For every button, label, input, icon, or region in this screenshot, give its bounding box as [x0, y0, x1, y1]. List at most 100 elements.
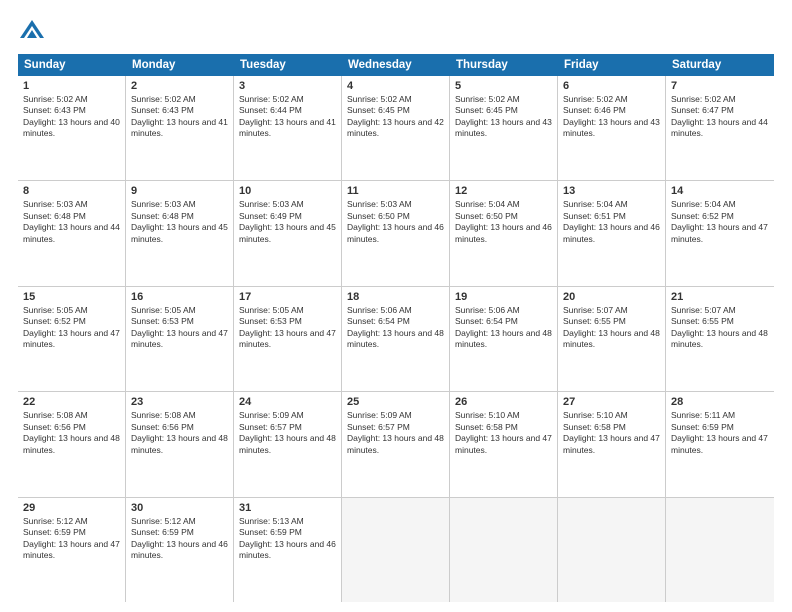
day-number: 24: [239, 396, 336, 408]
day-number: 3: [239, 80, 336, 92]
day-number: 23: [131, 396, 228, 408]
cell-details: Sunrise: 5:09 AMSunset: 6:57 PMDaylight:…: [347, 410, 444, 456]
day-number: 21: [671, 291, 769, 303]
calendar-header: SundayMondayTuesdayWednesdayThursdayFrid…: [18, 54, 774, 76]
calendar-cell: 6 Sunrise: 5:02 AMSunset: 6:46 PMDaylight…: [558, 76, 666, 180]
calendar-cell: 4 Sunrise: 5:02 AMSunset: 6:45 PMDaylight…: [342, 76, 450, 180]
calendar-cell: 17Sunrise: 5:05 AMSunset: 6:53 PMDayligh…: [234, 287, 342, 391]
calendar-cell: 20 Sunrise: 5:07 AMSunset: 6:55 PMDayligh…: [558, 287, 666, 391]
header-day: Saturday: [666, 54, 774, 76]
day-number: 5: [455, 80, 552, 92]
day-number: 6: [563, 80, 660, 92]
calendar-cell: 7 Sunrise: 5:02 AMSunset: 6:47 PMDaylight…: [666, 76, 774, 180]
cell-details: Sunrise: 5:09 AMSunset: 6:57 PMDaylight:…: [239, 410, 336, 456]
calendar-page: SundayMondayTuesdayWednesdayThursdayFrid…: [0, 0, 792, 612]
day-number: 12: [455, 185, 552, 197]
calendar-cell: [666, 498, 774, 602]
day-number: 10: [239, 185, 336, 197]
cell-details: Sunrise: 5:02 AMSunset: 6:43 PMDaylight:…: [131, 94, 228, 140]
calendar-cell: 28Sunrise: 5:11 AMSunset: 6:59 PMDayligh…: [666, 392, 774, 496]
day-number: 26: [455, 396, 552, 408]
day-number: 9: [131, 185, 228, 197]
calendar-cell: 25 Sunrise: 5:09 AMSunset: 6:57 PMDayligh…: [342, 392, 450, 496]
cell-details: Sunrise: 5:02 AMSunset: 6:45 PMDaylight:…: [347, 94, 444, 140]
cell-details: Sunrise: 5:11 AMSunset: 6:59 PMDaylight:…: [671, 410, 769, 456]
cell-details: Sunrise: 5:08 AMSunset: 6:56 PMDaylight:…: [23, 410, 120, 456]
cell-details: Sunrise: 5:03 AMSunset: 6:50 PMDaylight:…: [347, 199, 444, 245]
day-number: 30: [131, 502, 228, 514]
calendar-body: 1 Sunrise: 5:02 AMSunset: 6:43 PMDaylight…: [18, 76, 774, 602]
calendar-cell: 22 Sunrise: 5:08 AMSunset: 6:56 PMDayligh…: [18, 392, 126, 496]
calendar-cell: 23 Sunrise: 5:08 AMSunset: 6:56 PMDayligh…: [126, 392, 234, 496]
calendar-cell: [342, 498, 450, 602]
cell-details: Sunrise: 5:02 AMSunset: 6:47 PMDaylight:…: [671, 94, 769, 140]
day-number: 1: [23, 80, 120, 92]
header-day: Tuesday: [234, 54, 342, 76]
calendar-cell: 1 Sunrise: 5:02 AMSunset: 6:43 PMDaylight…: [18, 76, 126, 180]
cell-details: Sunrise: 5:02 AMSunset: 6:43 PMDaylight:…: [23, 94, 120, 140]
header-day: Sunday: [18, 54, 126, 76]
calendar-cell: 18Sunrise: 5:06 AMSunset: 6:54 PMDayligh…: [342, 287, 450, 391]
day-number: 25: [347, 396, 444, 408]
cell-details: Sunrise: 5:02 AMSunset: 6:45 PMDaylight:…: [455, 94, 552, 140]
calendar-row: 1 Sunrise: 5:02 AMSunset: 6:43 PMDaylight…: [18, 76, 774, 181]
cell-details: Sunrise: 5:13 AMSunset: 6:59 PMDaylight:…: [239, 516, 336, 562]
day-number: 27: [563, 396, 660, 408]
day-number: 17: [239, 291, 336, 303]
cell-details: Sunrise: 5:02 AMSunset: 6:46 PMDaylight:…: [563, 94, 660, 140]
calendar: SundayMondayTuesdayWednesdayThursdayFrid…: [18, 54, 774, 602]
day-number: 11: [347, 185, 444, 197]
calendar-cell: 15Sunrise: 5:05 AMSunset: 6:52 PMDayligh…: [18, 287, 126, 391]
day-number: 2: [131, 80, 228, 92]
cell-details: Sunrise: 5:10 AMSunset: 6:58 PMDaylight:…: [563, 410, 660, 456]
logo-icon: [18, 18, 46, 46]
cell-details: Sunrise: 5:03 AMSunset: 6:48 PMDaylight:…: [23, 199, 120, 245]
calendar-cell: 19 Sunrise: 5:06 AMSunset: 6:54 PMDayligh…: [450, 287, 558, 391]
calendar-cell: [558, 498, 666, 602]
cell-details: Sunrise: 5:12 AMSunset: 6:59 PMDaylight:…: [131, 516, 228, 562]
cell-details: Sunrise: 5:02 AMSunset: 6:44 PMDaylight:…: [239, 94, 336, 140]
cell-details: Sunrise: 5:04 AMSunset: 6:51 PMDaylight:…: [563, 199, 660, 245]
calendar-cell: 26 Sunrise: 5:10 AMSunset: 6:58 PMDayligh…: [450, 392, 558, 496]
cell-details: Sunrise: 5:03 AMSunset: 6:48 PMDaylight:…: [131, 199, 228, 245]
header-day: Monday: [126, 54, 234, 76]
day-number: 16: [131, 291, 228, 303]
calendar-cell: 31 Sunrise: 5:13 AMSunset: 6:59 PMDayligh…: [234, 498, 342, 602]
calendar-cell: 24 Sunrise: 5:09 AMSunset: 6:57 PMDayligh…: [234, 392, 342, 496]
day-number: 4: [347, 80, 444, 92]
cell-details: Sunrise: 5:06 AMSunset: 6:54 PMDaylight:…: [455, 305, 552, 351]
calendar-cell: [450, 498, 558, 602]
day-number: 19: [455, 291, 552, 303]
calendar-row: 29 Sunrise: 5:12 AMSunset: 6:59 PMDayligh…: [18, 498, 774, 602]
day-number: 29: [23, 502, 120, 514]
calendar-cell: 8Sunrise: 5:03 AMSunset: 6:48 PMDaylight…: [18, 181, 126, 285]
calendar-cell: 10 Sunrise: 5:03 AMSunset: 6:49 PMDayligh…: [234, 181, 342, 285]
cell-details: Sunrise: 5:12 AMSunset: 6:59 PMDaylight:…: [23, 516, 120, 562]
calendar-cell: 9 Sunrise: 5:03 AMSunset: 6:48 PMDaylight…: [126, 181, 234, 285]
calendar-cell: 11 Sunrise: 5:03 AMSunset: 6:50 PMDayligh…: [342, 181, 450, 285]
calendar-cell: 13 Sunrise: 5:04 AMSunset: 6:51 PMDayligh…: [558, 181, 666, 285]
day-number: 31: [239, 502, 336, 514]
calendar-cell: 2 Sunrise: 5:02 AMSunset: 6:43 PMDaylight…: [126, 76, 234, 180]
day-number: 14: [671, 185, 769, 197]
cell-details: Sunrise: 5:07 AMSunset: 6:55 PMDaylight:…: [563, 305, 660, 351]
calendar-row: 15Sunrise: 5:05 AMSunset: 6:52 PMDayligh…: [18, 287, 774, 392]
cell-details: Sunrise: 5:07 AMSunset: 6:55 PMDaylight:…: [671, 305, 769, 351]
cell-details: Sunrise: 5:04 AMSunset: 6:50 PMDaylight:…: [455, 199, 552, 245]
calendar-row: 22 Sunrise: 5:08 AMSunset: 6:56 PMDayligh…: [18, 392, 774, 497]
day-number: 7: [671, 80, 769, 92]
logo: [18, 18, 49, 46]
calendar-cell: 3 Sunrise: 5:02 AMSunset: 6:44 PMDaylight…: [234, 76, 342, 180]
day-number: 20: [563, 291, 660, 303]
header-day: Friday: [558, 54, 666, 76]
cell-details: Sunrise: 5:08 AMSunset: 6:56 PMDaylight:…: [131, 410, 228, 456]
calendar-cell: 29 Sunrise: 5:12 AMSunset: 6:59 PMDayligh…: [18, 498, 126, 602]
cell-details: Sunrise: 5:10 AMSunset: 6:58 PMDaylight:…: [455, 410, 552, 456]
day-number: 13: [563, 185, 660, 197]
day-number: 22: [23, 396, 120, 408]
header-day: Wednesday: [342, 54, 450, 76]
cell-details: Sunrise: 5:05 AMSunset: 6:52 PMDaylight:…: [23, 305, 120, 351]
cell-details: Sunrise: 5:03 AMSunset: 6:49 PMDaylight:…: [239, 199, 336, 245]
cell-details: Sunrise: 5:06 AMSunset: 6:54 PMDaylight:…: [347, 305, 444, 351]
calendar-cell: 21 Sunrise: 5:07 AMSunset: 6:55 PMDayligh…: [666, 287, 774, 391]
